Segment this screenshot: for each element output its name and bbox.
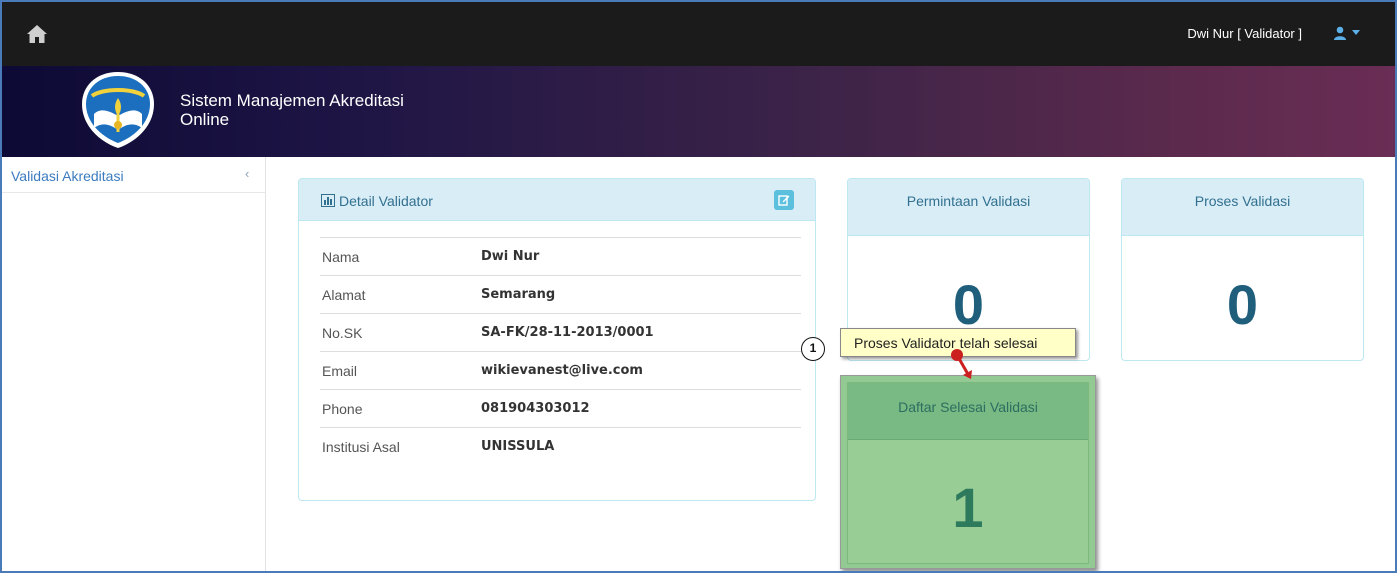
user-menu-toggle[interactable] (1333, 23, 1367, 43)
row-value: UNISSULA (481, 427, 801, 466)
app-frame: Dwi Nur [ Validator ] Sistem Manajemen A… (0, 0, 1397, 573)
sidebar-item-label: Validasi Akreditasi (11, 168, 124, 184)
stat-count: 0 (1226, 273, 1259, 336)
stat-count: 1 (952, 476, 984, 539)
sidebar: Validasi Akreditasi ‹ (2, 157, 266, 571)
table-row: Institusi Asal UNISSULA (320, 427, 801, 466)
home-icon[interactable] (26, 24, 48, 44)
table-row: Nama Dwi Nur (320, 237, 801, 276)
user-icon (1334, 26, 1346, 40)
table-row: No.SK SA-FK/28-11-2013/0001 (320, 313, 801, 352)
annotation-pointer-icon (951, 349, 972, 379)
stat-proses-validasi[interactable]: Proses Validasi 0 (1121, 178, 1364, 361)
app-title-line2: Online (180, 110, 230, 129)
row-label: Email (320, 351, 481, 390)
header-banner: Sistem Manajemen Akreditasi Online (2, 66, 1395, 157)
app-title: Sistem Manajemen Akreditasi Online (180, 91, 404, 129)
stat-header: Permintaan Validasi (848, 179, 1089, 236)
caret-down-icon (1352, 30, 1360, 35)
row-value: wikievanest@live.com (481, 351, 801, 390)
validator-info-table: Nama Dwi Nur Alamat Semarang No.SK SA-FK… (320, 237, 801, 466)
user-name-label[interactable]: Dwi Nur [ Validator ] (1187, 26, 1302, 41)
table-row: Email wikievanest@live.com (320, 351, 801, 390)
row-label: Phone (320, 389, 481, 428)
row-value: SA-FK/28-11-2013/0001 (481, 313, 801, 352)
top-navbar: Dwi Nur [ Validator ] (2, 2, 1395, 66)
edit-button[interactable] (774, 190, 794, 210)
app-title-line1: Sistem Manajemen Akreditasi (180, 91, 404, 110)
step-number-badge: 1 (801, 337, 825, 361)
row-label: Institusi Asal (320, 427, 481, 466)
row-value: Semarang (481, 275, 801, 314)
row-label: No.SK (320, 313, 481, 352)
row-value: 081904303012 (481, 389, 801, 428)
chevron-left-icon[interactable]: ‹ (245, 166, 249, 181)
table-row: Alamat Semarang (320, 275, 801, 314)
stat-header: Daftar Selesai Validasi (848, 383, 1088, 440)
bar-chart-icon (321, 194, 335, 207)
detail-validator-panel: Detail Validator Nama Dwi Nur Alamat Sem… (298, 178, 816, 501)
table-row: Phone 081904303012 (320, 389, 801, 428)
row-label: Alamat (320, 275, 481, 314)
row-value: Dwi Nur (481, 237, 801, 276)
panel-header: Detail Validator (299, 179, 815, 221)
stat-daftar-selesai-validasi[interactable]: Daftar Selesai Validasi 1 (840, 375, 1096, 569)
panel-title: Detail Validator (339, 193, 433, 209)
row-label: Nama (320, 237, 481, 276)
stat-label: Proses Validasi (1194, 193, 1291, 209)
tut-wuri-handayani-logo (82, 72, 154, 148)
edit-icon (778, 195, 790, 206)
stat-inner: Daftar Selesai Validasi 1 (847, 382, 1089, 564)
stat-header: Proses Validasi (1122, 179, 1363, 236)
stat-label: Permintaan Validasi (906, 193, 1031, 209)
sidebar-item-validasi-akreditasi[interactable]: Validasi Akreditasi ‹ (2, 157, 265, 193)
stat-label: Daftar Selesai Validasi (898, 399, 1038, 415)
